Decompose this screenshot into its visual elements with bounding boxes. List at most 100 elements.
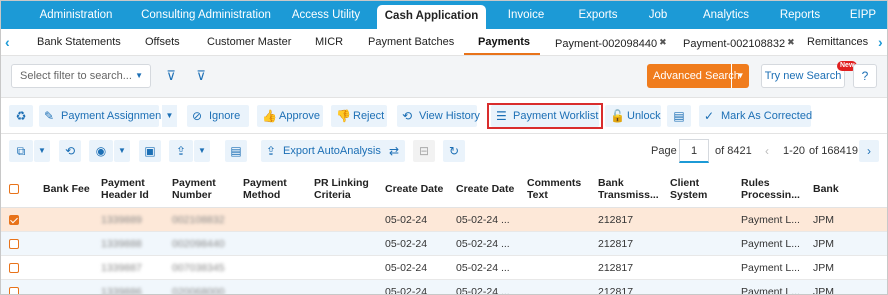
approve-label: Approve (279, 110, 320, 122)
col-client-system[interactable]: Client System (670, 170, 732, 208)
recycle-icon[interactable]: ♻ (9, 105, 33, 127)
reject-label: Reject (353, 110, 385, 122)
page-label: Page (651, 145, 677, 157)
tab-access-utility[interactable]: Access Utility (281, 1, 371, 29)
col-bank-fee[interactable]: Bank Fee (43, 170, 93, 208)
tab-payment-batches[interactable]: Payment Batches (368, 29, 454, 55)
caret-down-icon[interactable]: ▼ (161, 105, 177, 127)
filter-row: Select filter to search... ▼ ⊽ ⊽ Advance… (1, 56, 887, 98)
tab-consulting-administration[interactable]: Consulting Administration (131, 1, 281, 29)
tab-micr[interactable]: MICR (315, 29, 343, 55)
select-all-checkbox[interactable] (9, 184, 19, 194)
chevron-left-icon[interactable]: ‹ (5, 29, 10, 55)
history-icon: ⟲ (402, 109, 413, 123)
table-row[interactable]: 1339886 020068000 05-02-24 05-02-24 ... … (1, 280, 887, 295)
export-autoanalysis-button[interactable]: ⇪ Export AutoAnalysis (261, 140, 387, 162)
approve-button[interactable]: 👍 Approve (257, 105, 323, 127)
cell-create-date: 05-02-24 (385, 262, 428, 274)
filter-select[interactable]: Select filter to search... ▼ (11, 64, 151, 88)
chevron-left-icon[interactable]: ‹ (757, 140, 777, 162)
close-icon[interactable]: ✖ (787, 37, 795, 47)
table-row[interactable]: 1339887 007038345 05-02-24 05-02-24 ... … (1, 256, 887, 280)
tab-payment-002098440[interactable]: Payment-002098440 ✖ (555, 29, 667, 55)
cell-bank-transmission: 212817 (598, 286, 634, 295)
view-history-button[interactable]: ⟲ View History (397, 105, 480, 127)
question-circle-icon[interactable]: ? (853, 64, 877, 88)
col-payment-number[interactable]: Payment Number (172, 170, 234, 208)
chevron-right-icon[interactable]: › (878, 29, 883, 55)
ignore-label: Ignore (209, 110, 241, 122)
filter-placeholder: Select filter to search... (20, 70, 132, 82)
tab-payment-002108832[interactable]: Payment-002108832 ✖ (683, 29, 795, 55)
col-payment-header-id[interactable]: Payment Header Id (101, 170, 163, 208)
caret-down-icon[interactable]: ▼ (194, 140, 210, 162)
col-payment-method[interactable]: Payment Method (243, 170, 305, 208)
tab-eipp[interactable]: EIPP (846, 1, 880, 29)
export-icon[interactable]: ⇪ (169, 140, 193, 162)
top-nav: Administration Consulting Administration… (1, 1, 887, 29)
row-checkbox[interactable] (9, 287, 19, 294)
chevron-right-icon[interactable]: › (859, 140, 879, 162)
row-checkbox[interactable] (9, 215, 19, 225)
tab-reports[interactable]: Reports (771, 1, 829, 29)
advanced-search-button[interactable]: Advanced Search ▼ (647, 64, 749, 88)
copy-icon[interactable]: ⧉ (9, 140, 33, 162)
advanced-search-label: Advanced Search (653, 70, 740, 82)
report-icon[interactable]: ▤ (225, 140, 247, 162)
tab-exports[interactable]: Exports (569, 1, 627, 29)
save-icon[interactable]: ▣ (139, 140, 161, 162)
tab-bank-statements[interactable]: Bank Statements (37, 29, 121, 55)
cell-bank: JPM (813, 286, 834, 295)
col-pr-linking-criteria[interactable]: PR Linking Criteria (314, 170, 378, 208)
document-icon[interactable]: ▤ (667, 105, 691, 127)
row-checkbox[interactable] (9, 239, 19, 249)
mark-as-corrected-label: Mark As Corrected (721, 110, 813, 122)
col-comments-text[interactable]: Comments Text (527, 170, 589, 208)
refresh-icon[interactable]: ↻ (443, 140, 465, 162)
cell-create-date: 05-02-24 (385, 214, 428, 226)
cell-payment-header-id: 1339886 (101, 286, 142, 295)
tab-analytics[interactable]: Analytics (691, 1, 761, 29)
eye-icon[interactable]: ◉ (89, 140, 113, 162)
share-icon[interactable]: ⇄ (383, 140, 405, 162)
row-checkbox[interactable] (9, 263, 19, 273)
tab-payments[interactable]: Payments (478, 29, 530, 55)
col-bank[interactable]: Bank (813, 170, 853, 208)
cell-bank-transmission: 212817 (598, 262, 634, 274)
table-row[interactable]: 1339889 002108832 05-02-24 05-02-24 ... … (1, 208, 887, 232)
close-icon[interactable]: ✖ (659, 37, 667, 47)
tab-remittances[interactable]: Remittances (807, 29, 868, 55)
cell-create-date: 05-02-24 (385, 238, 428, 250)
col-rules-processing[interactable]: Rules Processin... (741, 170, 805, 208)
col-create-date-2[interactable]: Create Date (456, 170, 520, 208)
col-bank-transmission[interactable]: Bank Transmiss... (598, 170, 660, 208)
tab-administration[interactable]: Administration (21, 1, 131, 29)
clear-filter-icon[interactable]: ⊽ (161, 66, 181, 86)
tab-invoice[interactable]: Invoice (496, 1, 556, 29)
cell-rules-processing: Payment L... (741, 262, 800, 274)
table-row[interactable]: 1339888 002098440 05-02-24 05-02-24 ... … (1, 232, 887, 256)
collapse-icon[interactable]: ⊟ (413, 140, 435, 162)
cell-payment-header-id: 1339889 (101, 214, 142, 226)
reject-button[interactable]: 👎 Reject (331, 105, 387, 127)
caret-down-icon[interactable]: ▼ (731, 64, 749, 88)
caret-down-icon[interactable]: ▼ (114, 140, 130, 162)
tab-job[interactable]: Job (641, 1, 675, 29)
unlock-button[interactable]: 🔓 Unlock (605, 105, 661, 127)
ignore-button[interactable]: ⊘ Ignore (187, 105, 249, 127)
tab-customer-master[interactable]: Customer Master (207, 29, 291, 55)
mark-as-corrected-button[interactable]: ✓ Mark As Corrected (699, 105, 813, 127)
tab-offsets[interactable]: Offsets (145, 29, 180, 55)
caret-down-icon[interactable]: ▼ (34, 140, 50, 162)
try-new-search-button[interactable]: Try new Search (761, 64, 845, 88)
cell-rules-processing: Payment L... (741, 214, 800, 226)
col-create-date[interactable]: Create Date (385, 170, 449, 208)
tab-cash-application[interactable]: Cash Application (377, 5, 486, 29)
filter-settings-icon[interactable]: ⊽ (191, 66, 211, 86)
page-input[interactable]: 1 (679, 139, 709, 163)
action-toolbar: ♻ ✎ Payment Assignment ▼ ⊘ Ignore 👍 Approve… (1, 98, 887, 134)
payment-assignment-button[interactable]: ✎ Payment Assignment (39, 105, 164, 127)
ban-icon: ⊘ (192, 109, 203, 123)
history-icon[interactable]: ⟲ (59, 140, 81, 162)
cell-payment-number: 020068000 (172, 286, 225, 295)
